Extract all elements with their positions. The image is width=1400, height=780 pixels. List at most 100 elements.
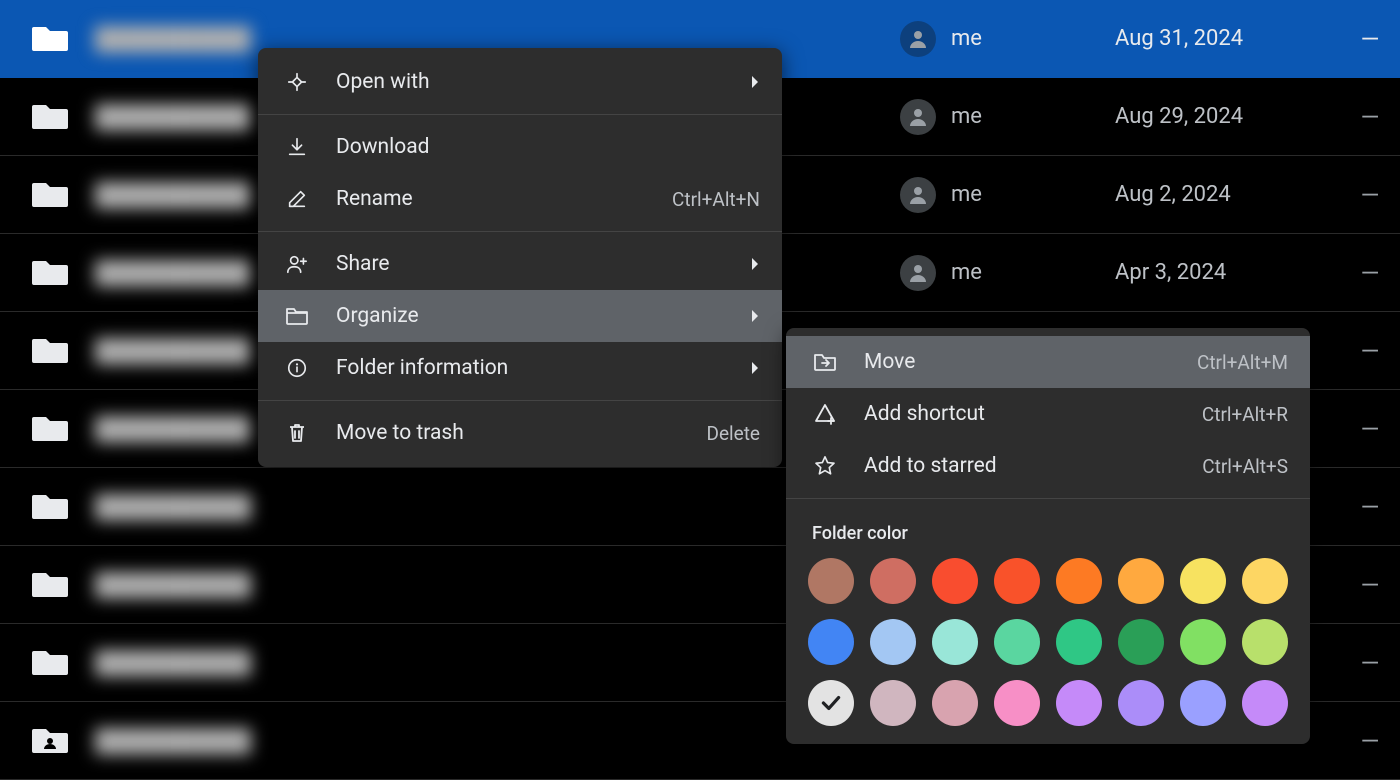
color-swatch[interactable] (1056, 680, 1102, 726)
color-swatch[interactable] (870, 558, 916, 604)
rename-icon (280, 188, 314, 210)
menu-organize[interactable]: Organize (258, 290, 782, 342)
folder-icon (30, 491, 70, 523)
folder-icon (30, 101, 70, 133)
add-shortcut-icon (808, 403, 842, 425)
menu-folder-information[interactable]: Folder information (258, 342, 782, 394)
move-icon (808, 352, 842, 372)
date-modified: Aug 2, 2024 (1115, 182, 1345, 207)
menu-rename[interactable]: Rename Ctrl+Alt+N (258, 173, 782, 225)
menu-label: Share (314, 252, 744, 276)
color-swatch[interactable] (808, 558, 854, 604)
info-icon (280, 357, 314, 379)
color-swatch[interactable] (870, 619, 916, 665)
folder-color-title: Folder color (786, 505, 1310, 558)
owner-text: me (951, 182, 982, 207)
color-swatch[interactable] (1242, 680, 1288, 726)
size-dash: — (1345, 727, 1395, 755)
shared-folder-icon (30, 725, 70, 757)
avatar (900, 255, 936, 291)
color-swatch[interactable] (1118, 558, 1164, 604)
menu-separator (258, 400, 782, 401)
file-name: ██████████ (70, 572, 900, 598)
menu-open-with[interactable]: Open with (258, 56, 782, 108)
color-swatch[interactable] (1242, 558, 1288, 604)
menu-shortcut: Delete (706, 422, 760, 445)
folder-icon (30, 647, 70, 679)
folder-icon (30, 257, 70, 289)
menu-label: Download (314, 135, 760, 159)
owner-cell: me (900, 255, 1115, 291)
menu-download[interactable]: Download (258, 121, 782, 173)
submenu-add-shortcut[interactable]: Add shortcut Ctrl+Alt+R (786, 388, 1310, 440)
color-swatch[interactable] (932, 558, 978, 604)
color-swatch[interactable] (1180, 558, 1226, 604)
folder-icon (30, 23, 70, 55)
color-swatch[interactable] (1118, 619, 1164, 665)
submenu-label: Add shortcut (842, 402, 1202, 426)
folder-color-grid (786, 558, 1310, 726)
menu-label: Open with (314, 70, 744, 94)
organize-icon (280, 306, 314, 326)
size-dash: — (1345, 337, 1395, 365)
organize-submenu: Move Ctrl+Alt+M Add shortcut Ctrl+Alt+R … (786, 328, 1310, 744)
submenu-add-to-starred[interactable]: Add to starred Ctrl+Alt+S (786, 440, 1310, 492)
color-swatch[interactable] (994, 680, 1040, 726)
owner-cell: me (900, 21, 1115, 57)
context-menu: Open with Download Rename Ctrl+Alt+N Sha… (258, 48, 782, 467)
color-swatch[interactable] (994, 558, 1040, 604)
size-dash: — (1345, 259, 1395, 287)
color-swatch[interactable] (1180, 680, 1226, 726)
menu-label: Organize (314, 304, 744, 328)
submenu-shortcut: Ctrl+Alt+R (1202, 403, 1288, 426)
size-dash: — (1345, 181, 1395, 209)
submenu-label: Move (842, 350, 1197, 374)
size-dash: — (1345, 103, 1395, 131)
file-name: ██████████ (70, 650, 900, 676)
avatar (900, 21, 936, 57)
chevron-right-icon (744, 258, 760, 270)
color-swatch[interactable] (808, 680, 854, 726)
file-name: ██████████ (70, 728, 900, 754)
size-dash: — (1345, 415, 1395, 443)
color-swatch[interactable] (1118, 680, 1164, 726)
color-swatch[interactable] (1056, 558, 1102, 604)
date-modified: Apr 3, 2024 (1115, 260, 1345, 285)
submenu-move[interactable]: Move Ctrl+Alt+M (786, 336, 1310, 388)
menu-shortcut: Ctrl+Alt+N (672, 188, 760, 211)
submenu-label: Add to starred (842, 454, 1202, 478)
date-modified: Aug 31, 2024 (1115, 26, 1345, 51)
folder-icon (30, 569, 70, 601)
avatar (900, 99, 936, 135)
menu-share[interactable]: Share (258, 238, 782, 290)
size-dash: — (1345, 571, 1395, 599)
color-swatch[interactable] (994, 619, 1040, 665)
color-swatch[interactable] (808, 619, 854, 665)
open-with-icon (280, 71, 314, 93)
submenu-shortcut: Ctrl+Alt+S (1202, 455, 1288, 478)
menu-label: Move to trash (314, 421, 706, 445)
color-swatch[interactable] (1180, 619, 1226, 665)
menu-separator (258, 114, 782, 115)
chevron-right-icon (744, 362, 760, 374)
color-swatch[interactable] (1242, 619, 1288, 665)
avatar (900, 177, 936, 213)
color-swatch[interactable] (870, 680, 916, 726)
menu-separator (786, 498, 1310, 499)
folder-icon (30, 179, 70, 211)
menu-label: Folder information (314, 356, 744, 380)
size-dash: — (1345, 493, 1395, 521)
color-swatch[interactable] (932, 619, 978, 665)
owner-text: me (951, 260, 982, 285)
submenu-shortcut: Ctrl+Alt+M (1197, 351, 1288, 374)
owner-text: me (951, 26, 982, 51)
download-icon (280, 136, 314, 158)
size-dash: — (1345, 649, 1395, 677)
file-name: ██████████ (70, 494, 900, 520)
folder-icon (30, 335, 70, 367)
color-swatch[interactable] (1056, 619, 1102, 665)
color-swatch[interactable] (932, 680, 978, 726)
share-icon (280, 253, 314, 275)
menu-move-to-trash[interactable]: Move to trash Delete (258, 407, 782, 459)
size-dash: — (1345, 25, 1395, 53)
